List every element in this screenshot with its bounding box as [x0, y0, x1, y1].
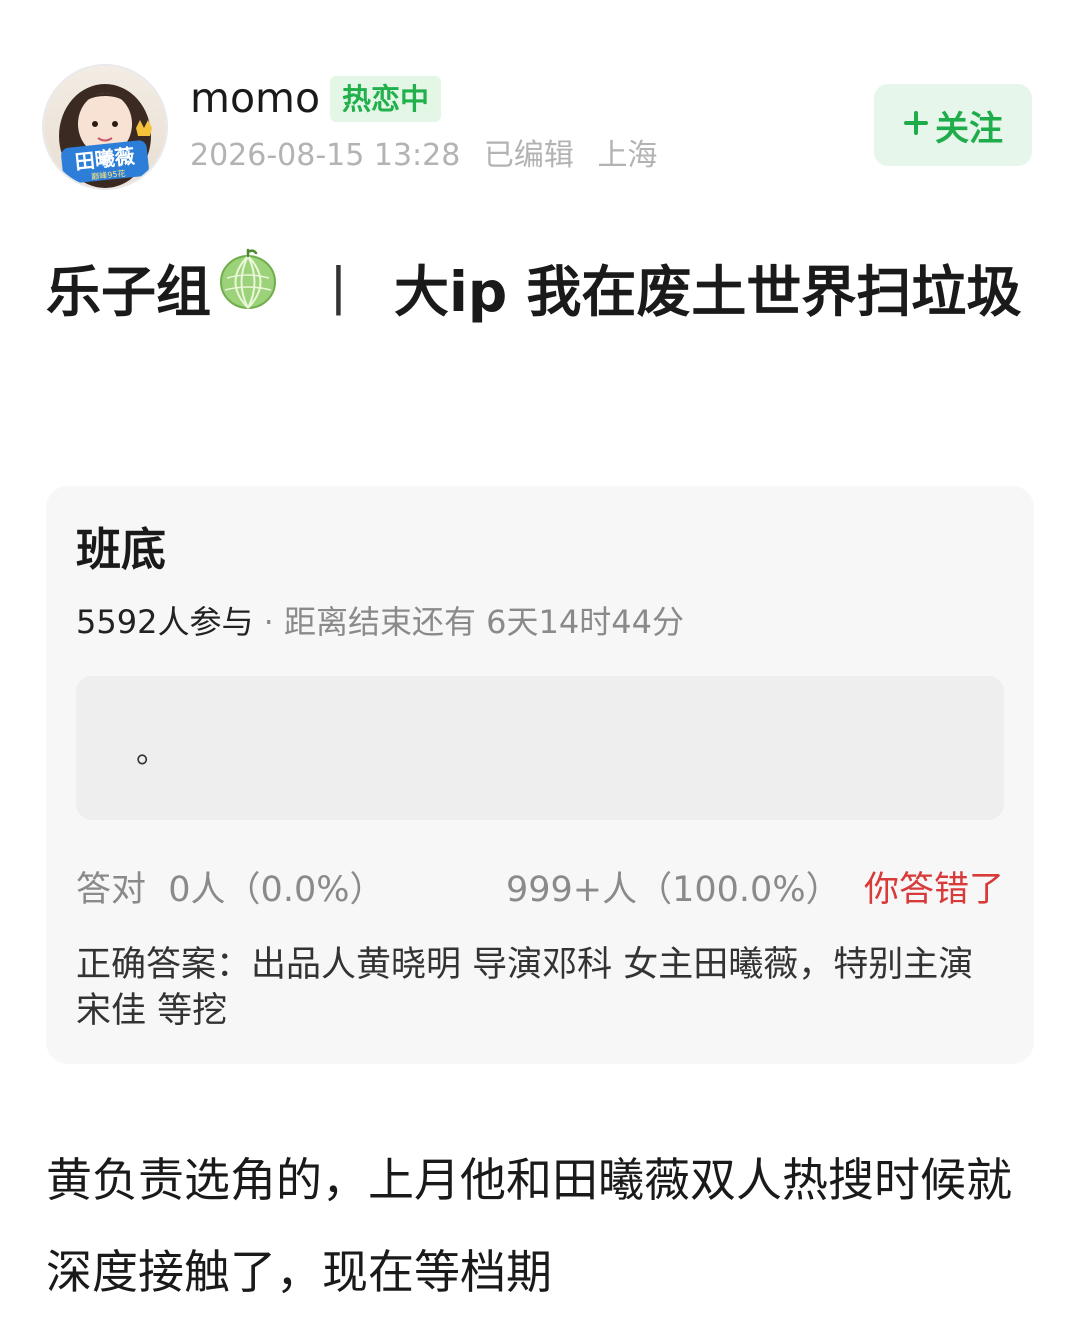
- result-status: 你答错了: [863, 870, 1004, 910]
- quiz-card: 班底 5592人参与 · 距离结束还有 6天14时44分 。 答对 0人（0.0…: [46, 486, 1034, 1064]
- melon-icon: [217, 244, 279, 338]
- timestamp: 2026-08-15 13:28: [190, 138, 461, 173]
- quiz-stats: 5592人参与 · 距离结束还有 6天14时44分: [76, 598, 684, 646]
- location: 上海: [597, 138, 658, 173]
- correct-result: 答对 0人（0.0%）: [76, 866, 384, 914]
- plus-icon: [903, 105, 929, 145]
- post-meta: 2026-08-15 13:28 已编辑 上海: [190, 134, 671, 178]
- title-separator: 丨: [311, 260, 367, 325]
- avatar-image: 田曦薇 巅峰95花: [44, 66, 166, 188]
- edited-label: 已编辑: [483, 138, 574, 173]
- post-title: 乐子组 丨大ip 我在废土世界扫垃圾: [46, 244, 1036, 348]
- quiz-title: 班底: [76, 523, 167, 576]
- answer-label: 正确答案：: [76, 945, 252, 985]
- status-badge: 热恋中: [330, 76, 442, 122]
- wrong-count: 999+人（100.0%）: [506, 870, 841, 910]
- correct-count: 0人（0.0%）: [168, 870, 385, 910]
- username[interactable]: momo: [190, 70, 320, 126]
- avatar[interactable]: 田曦薇 巅峰95花: [44, 66, 166, 188]
- time-remaining: 距离结束还有 6天14时44分: [283, 603, 684, 641]
- title-group: 乐子组: [46, 260, 212, 325]
- post-body: 黄负责选角的，上月他和田曦薇双人热搜时候就深度接触了，现在等档期: [46, 1153, 1012, 1299]
- correct-answer: 正确答案：出品人黄晓明 导演邓科 女主田曦薇，特别主演宋佳 等挖: [76, 942, 1004, 1034]
- follow-label: 关注: [935, 108, 1003, 149]
- title-text: 大ip 我在废土世界扫垃圾: [394, 260, 1022, 325]
- stats-separator: ·: [253, 603, 284, 641]
- option-text: 。: [136, 732, 169, 770]
- follow-button[interactable]: 关注: [874, 84, 1032, 166]
- participant-count: 5592人参与: [76, 603, 254, 641]
- correct-label: 答对: [76, 870, 147, 910]
- quiz-option[interactable]: 。: [76, 676, 1004, 820]
